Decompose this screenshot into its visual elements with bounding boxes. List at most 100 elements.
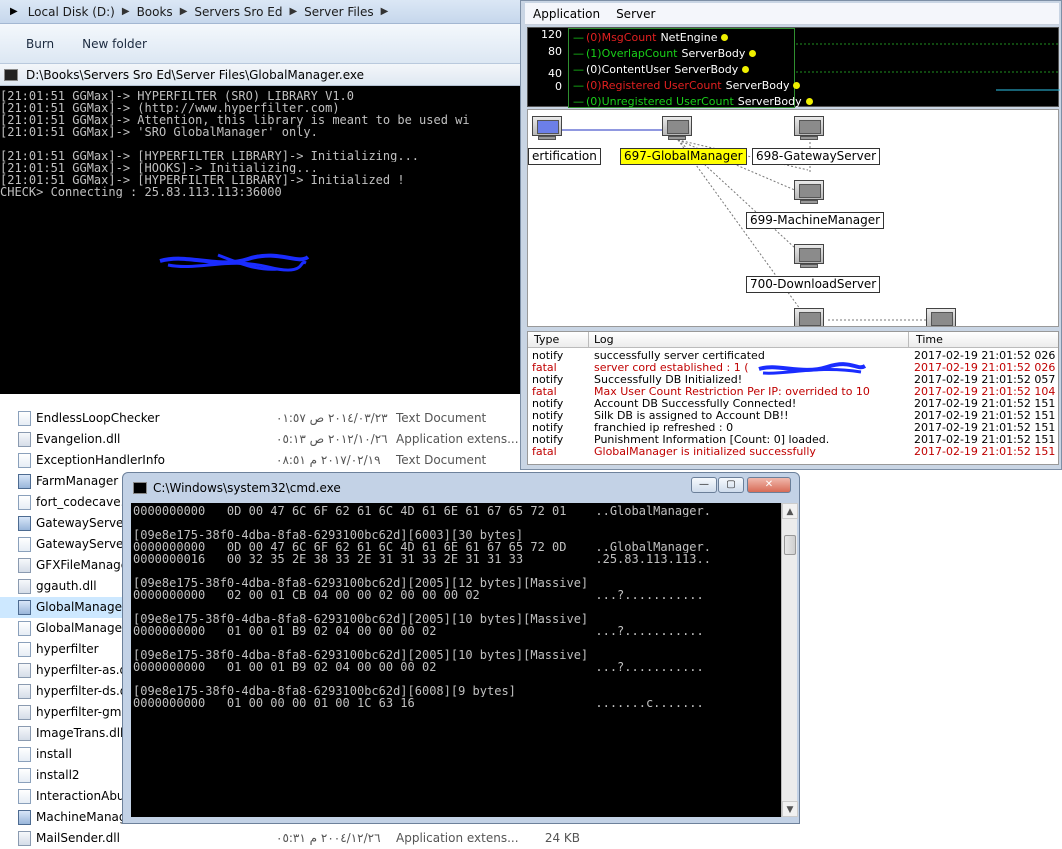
server-node-icon[interactable]: [662, 116, 692, 140]
scroll-down-icon[interactable]: ▼: [782, 801, 798, 817]
cmd-line: [133, 517, 781, 529]
file-name: GFXFileManager: [36, 558, 134, 572]
server-manager-window[interactable]: Application Server 120 80 40 0 — (0)MsgCo…: [520, 0, 1062, 470]
y-tick: 80: [548, 45, 562, 58]
server-node-icon[interactable]: [926, 308, 956, 326]
close-button[interactable]: ✕: [747, 477, 791, 493]
chevron-right-icon[interactable]: ▶: [177, 6, 191, 17]
column-header-time[interactable]: Time: [916, 333, 943, 346]
new-folder-button[interactable]: New folder: [82, 37, 147, 51]
log-type: fatal: [532, 445, 557, 458]
address-bar[interactable]: ▶ Local Disk (D:) ▶ Books ▶ Servers Sro Ed…: [0, 0, 524, 24]
chevron-right-icon[interactable]: ▶: [286, 6, 300, 17]
status-dot-icon: [721, 33, 729, 41]
server-node-icon[interactable]: [794, 244, 824, 268]
burn-button[interactable]: Burn: [26, 37, 54, 51]
batch-file-icon: [18, 768, 31, 783]
console-icon: [4, 68, 18, 81]
log-time: 2017-02-19 21:01:52 151: [914, 445, 1056, 458]
exe-file-icon: [18, 516, 31, 531]
scroll-thumb[interactable]: [784, 535, 796, 555]
file-row[interactable]: EndlessLoopChecker ٢٠١٤/٠٣/٢٣ ص ٠١:٥٧ Text…: [0, 408, 560, 429]
back-arrow-icon[interactable]: ▶: [4, 6, 24, 17]
breadcrumb-item[interactable]: Local Disk (D:): [24, 5, 119, 19]
node-certification[interactable]: ertification: [528, 148, 601, 165]
menu-server[interactable]: Server: [608, 7, 663, 21]
file-type: Text Document: [396, 453, 487, 467]
column-header-type[interactable]: Type: [534, 333, 559, 346]
chevron-right-icon[interactable]: ▶: [119, 6, 133, 17]
dll-file-icon: [18, 663, 31, 678]
server-node-icon[interactable]: [532, 116, 562, 140]
cmd-line: 0000000000 01 00 01 B9 02 04 00 00 00 02…: [133, 661, 704, 673]
cmd-line: [09e8e175-38f0-4dba-8fa8-6293100bc62d][6…: [133, 529, 524, 541]
counter-item[interactable]: — (0)MsgCount NetEngine: [573, 29, 729, 45]
file-type: Text Document: [396, 411, 487, 425]
file-name: ggauth.dll: [36, 579, 97, 593]
cmd-scrollbar[interactable]: ▲ ▼: [781, 503, 798, 817]
file-date: ٢٠١٤/٠٣/٢٣ ص ٠١:٥٧: [276, 411, 388, 425]
counter-name: (0)Registered UserCount: [586, 78, 722, 92]
log-row[interactable]: fatal GlobalManager is initialized succes…: [528, 446, 1058, 458]
log-message: GlobalManager is initialized successfull…: [594, 445, 816, 458]
console-title-bar[interactable]: D:\Books\Servers Sro Ed\Server Files\Glo…: [0, 64, 523, 86]
node-gateway-server[interactable]: 698-GatewayServer: [752, 148, 881, 165]
console-line: [21:01:51 GGMax]-> [HYPERFILTER LIBRARY]…: [0, 150, 420, 162]
file-row[interactable]: ExceptionHandlerInfo ٢٠١٧/٠٢/١٩ م ٠٨:٥١ Te…: [0, 450, 560, 471]
maximize-button[interactable]: ▢: [718, 477, 744, 493]
console-window[interactable]: D:\Books\Servers Sro Ed\Server Files\Glo…: [0, 64, 524, 394]
cmd-line: 0000000016 00 32 35 2E 38 33 2E 31 31 33…: [133, 553, 711, 565]
status-dot-icon: [742, 65, 750, 73]
breadcrumb-item[interactable]: Server Files: [300, 5, 378, 19]
legend-line-icon: —: [573, 46, 584, 60]
node-global-manager[interactable]: 697-GlobalManager: [620, 148, 747, 165]
text-file-icon: [18, 537, 31, 552]
dll-file-icon: [18, 705, 31, 720]
counter-class: ServerBody: [737, 94, 802, 108]
chevron-right-icon[interactable]: ▶: [378, 6, 392, 17]
exe-file-icon: [18, 600, 31, 615]
cmd-output: 0000000000 0D 00 47 6C 6F 62 61 6C 4D 61…: [131, 503, 781, 817]
file-date: ٢٠٠٤/١٢/٢٦ م ٠٥:٣١: [276, 831, 381, 845]
batch-file-icon: [18, 747, 31, 762]
cmd-line: 0000000000 0D 00 47 6C 6F 62 61 6C 4D 61…: [133, 541, 711, 553]
counter-item[interactable]: — (0)Unregistered UserCount ServerBody: [573, 93, 813, 109]
server-node-icon[interactable]: [794, 116, 824, 140]
minimize-button[interactable]: —: [691, 477, 717, 493]
file-row[interactable]: Evangelion.dll ٢٠١٢/١٠/٢٦ ص ٠٥:١٣ Applicat…: [0, 429, 560, 450]
counter-class: ServerBody: [681, 46, 746, 60]
cmd-line: [133, 565, 781, 577]
breadcrumb-item[interactable]: Servers Sro Ed: [190, 5, 286, 19]
exe-file-icon: [18, 474, 31, 489]
cmd-icon: [133, 482, 147, 494]
server-node-icon[interactable]: [794, 180, 824, 204]
text-file-icon: [18, 495, 31, 510]
dll-file-icon: [18, 558, 31, 573]
console-line: [21:01:51 GGMax]-> (http://www.hyperfilt…: [0, 102, 340, 114]
file-name: hyperfilter-as.dll: [36, 663, 134, 677]
file-name: ImageTrans.dll: [36, 726, 124, 740]
redaction-scribble: [758, 362, 867, 375]
scroll-up-icon[interactable]: ▲: [782, 503, 798, 519]
counter-name: (0)ContentUser: [586, 62, 671, 76]
dll-file-icon: [18, 579, 31, 594]
counter-class: NetEngine: [660, 30, 718, 44]
cmd-line: 0000000000 02 00 01 CB 04 00 00 02 00 00…: [133, 589, 704, 601]
breadcrumb-item[interactable]: Books: [133, 5, 177, 19]
node-machine-manager[interactable]: 699-MachineManager: [746, 212, 885, 229]
cmd-line: [133, 601, 781, 613]
server-node-icon[interactable]: [794, 308, 824, 326]
menu-application[interactable]: Application: [525, 7, 608, 21]
log-header: Type Log Time: [528, 332, 1058, 348]
console-output: [21:01:51 GGMax]-> HYPERFILTER (SRO) LIB…: [0, 86, 523, 198]
text-file-icon: [18, 789, 31, 804]
counter-item[interactable]: — (0)Registered UserCount ServerBody: [573, 77, 801, 93]
legend-line-icon: —: [573, 30, 584, 44]
counter-item[interactable]: — (1)OverlapCount ServerBody: [573, 45, 757, 61]
node-download-server[interactable]: 700-DownloadServer: [746, 276, 881, 293]
counter-item[interactable]: — (0)ContentUser ServerBody: [573, 61, 750, 77]
column-header-log[interactable]: Log: [594, 333, 614, 346]
file-name: MailSender.dll: [36, 831, 120, 845]
y-tick: 40: [548, 67, 562, 80]
cmd-window[interactable]: C:\Windows\system32\cmd.exe — ▢ ✕ 000000…: [122, 472, 800, 824]
